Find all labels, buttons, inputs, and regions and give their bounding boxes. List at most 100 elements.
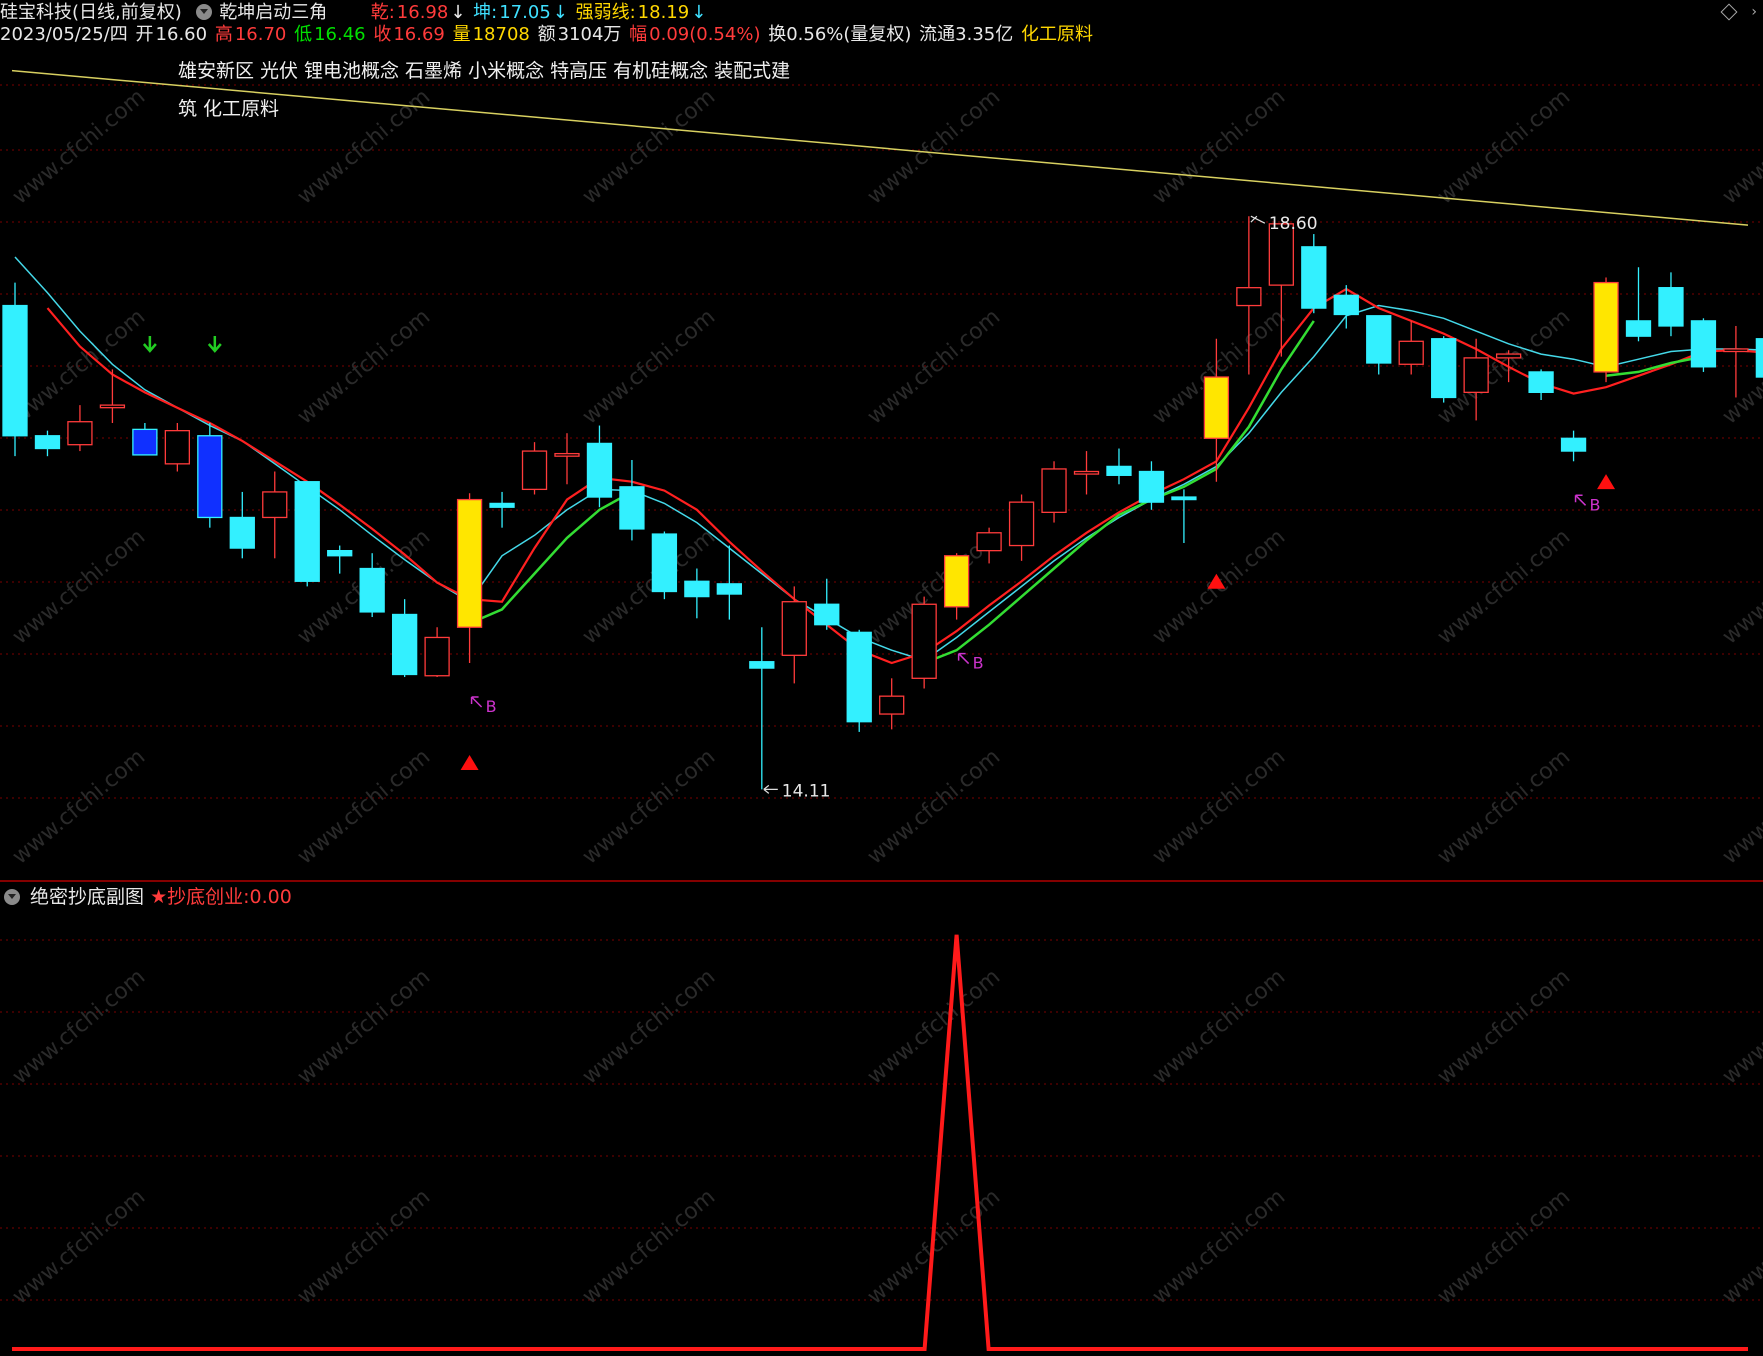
candle-up[interactable] <box>164 429 191 465</box>
high-marker-icon <box>1250 215 1266 224</box>
watermark-text: www.cfchi.com <box>293 304 435 429</box>
candle-down[interactable] <box>1690 320 1717 368</box>
candle-down[interactable] <box>684 580 710 598</box>
candle-down[interactable] <box>1560 437 1587 452</box>
watermark-text: www.cfchi.com <box>1718 84 1763 209</box>
high-price-label: 18.60 <box>1269 214 1318 234</box>
candlestick-chart[interactable]: www.cfchi.com www.cfchi.com www.cfchi.com w… <box>0 0 1763 1356</box>
watermark-text: www.cfchi.com <box>578 84 720 209</box>
candle-up[interactable] <box>781 601 807 656</box>
watermark-text: www.cfchi.com <box>578 964 720 1089</box>
candle-down[interactable] <box>749 661 775 669</box>
watermark-text: www.cfchi.com <box>1718 524 1763 649</box>
candle-up[interactable] <box>1723 348 1749 353</box>
watermark-text: www.cfchi.com <box>8 304 150 429</box>
candle-up[interactable] <box>911 603 937 679</box>
candle-down[interactable] <box>391 613 418 676</box>
candle-up[interactable] <box>976 532 1002 552</box>
candle-down[interactable] <box>814 603 840 626</box>
red-triangle-icon <box>460 754 479 770</box>
candle-down[interactable] <box>1625 320 1652 337</box>
candle-down[interactable] <box>327 549 353 557</box>
candle-down[interactable] <box>1171 496 1197 501</box>
candle-down[interactable] <box>1658 287 1684 327</box>
watermark-text: www.cfchi.com <box>863 304 1005 429</box>
candle-blue[interactable] <box>197 435 223 519</box>
watermark-text: www.cfchi.com <box>1718 1184 1763 1309</box>
watermark-text: www.cfchi.com <box>8 964 150 1089</box>
watermark-text: www.cfchi.com <box>578 744 720 869</box>
candle-down[interactable] <box>1528 371 1554 394</box>
sub-chart-header: 绝密抄底副图 ★抄底创业:0.00 <box>0 882 292 909</box>
watermark-text: www.cfchi.com <box>8 84 150 209</box>
candle-up[interactable] <box>424 636 450 677</box>
watermark-text: www.cfchi.com <box>1433 524 1575 649</box>
buy-signal-label: B <box>1590 495 1601 514</box>
candle-yellow[interactable] <box>1203 376 1230 439</box>
candle-up[interactable] <box>521 450 548 491</box>
watermark-text: www.cfchi.com <box>8 524 150 649</box>
ma-green-line <box>469 490 633 625</box>
candle-down[interactable] <box>1333 294 1359 316</box>
watermark-text: www.cfchi.com <box>863 744 1005 869</box>
candle-yellow[interactable] <box>943 555 970 608</box>
candle-up[interactable] <box>262 491 288 519</box>
watermark-text: www.cfchi.com <box>1433 744 1575 869</box>
candle-down[interactable] <box>1431 338 1457 399</box>
watermark-text: www.cfchi.com <box>578 1184 720 1309</box>
signal-label: ★抄底创业: <box>150 886 250 908</box>
candle-up[interactable] <box>554 452 580 457</box>
candle-up[interactable] <box>879 695 905 715</box>
watermark-text: www.cfchi.com <box>8 744 150 869</box>
watermark-text: www.cfchi.com <box>1148 744 1290 869</box>
candle-up[interactable] <box>1041 468 1067 513</box>
candle-down[interactable] <box>489 502 515 508</box>
candle-down[interactable] <box>619 486 645 530</box>
candle-down[interactable] <box>1301 246 1327 309</box>
candle-down[interactable] <box>846 631 872 723</box>
candle-down[interactable] <box>1106 465 1132 476</box>
candle-yellow[interactable] <box>456 498 483 628</box>
candle-down[interactable] <box>359 567 385 613</box>
watermark-text: www.cfchi.com <box>1148 1184 1290 1309</box>
candle-down[interactable] <box>651 533 678 593</box>
candle-up[interactable] <box>1008 501 1035 547</box>
candle-up[interactable] <box>1236 287 1262 307</box>
candle-down[interactable] <box>1755 338 1763 378</box>
watermark-text: www.cfchi.com <box>293 964 435 1089</box>
candle-up[interactable] <box>67 421 93 446</box>
red-triangle-icon <box>1597 474 1616 490</box>
low-price-label: 14.11 <box>782 781 831 801</box>
buy-signal-label: B <box>486 697 497 716</box>
green-down-arrow-icon <box>142 336 157 353</box>
candle-blue[interactable] <box>132 428 158 456</box>
candle-down[interactable] <box>586 442 613 498</box>
candle-down[interactable] <box>229 516 255 549</box>
low-marker-icon <box>763 784 778 794</box>
sub-indicator-toggle-icon[interactable] <box>4 889 20 905</box>
candle-up[interactable] <box>99 404 126 409</box>
candle-yellow[interactable] <box>1593 281 1619 373</box>
watermark-text: www.cfchi.com <box>293 84 435 209</box>
watermark-text: www.cfchi.com <box>1433 964 1575 1089</box>
watermark-text: www.cfchi.com <box>293 744 435 869</box>
candle-down[interactable] <box>1366 315 1392 364</box>
watermark-text: www.cfchi.com <box>1433 1184 1575 1309</box>
candle-down[interactable] <box>1138 470 1165 503</box>
candle-down[interactable] <box>2 304 28 437</box>
candle-up[interactable] <box>1398 340 1424 365</box>
watermark-text: www.cfchi.com <box>1148 84 1290 209</box>
sub-indicator-name[interactable]: 绝密抄底副图 <box>30 886 144 908</box>
candle-down[interactable] <box>294 481 320 582</box>
candle-up[interactable] <box>1463 357 1489 394</box>
candle-up[interactable] <box>1495 353 1522 359</box>
candle-down[interactable] <box>716 583 742 595</box>
watermark-text: www.cfchi.com <box>1433 84 1575 209</box>
buy-arrow-icon <box>1574 494 1587 506</box>
green-down-arrow-icon <box>207 336 222 353</box>
watermark-text: www.cfchi.com <box>1148 964 1290 1089</box>
watermark-text: www.cfchi.com <box>863 964 1005 1089</box>
candle-up[interactable] <box>1073 470 1100 475</box>
candle-down[interactable] <box>34 435 61 450</box>
watermark-text: www.cfchi.com <box>8 1184 150 1309</box>
